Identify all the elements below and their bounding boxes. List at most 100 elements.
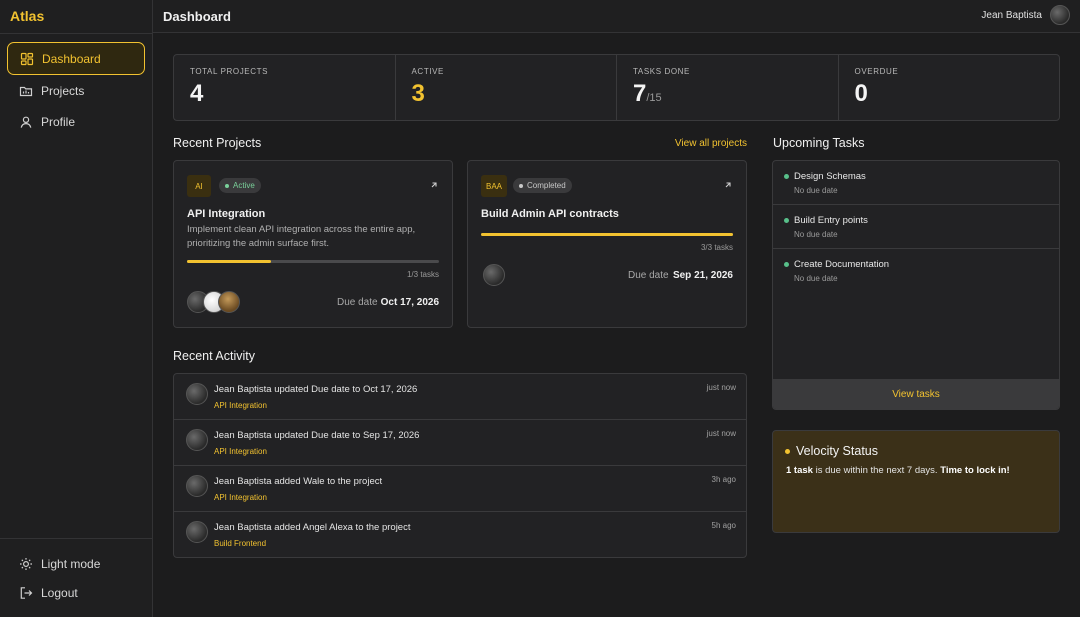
task-due: No due date — [794, 274, 838, 283]
stat-value: 3 — [411, 80, 425, 107]
avatar — [186, 521, 208, 543]
stats-panel: TOTAL PROJECTS 4 ACTIVE 3 TASKS DONE 7/1… — [173, 54, 1060, 121]
user-icon — [20, 116, 32, 128]
activity-text: Jean Baptista updated Due date to Oct 17… — [214, 384, 418, 395]
task-item[interactable]: Create Documentation No due date — [773, 249, 1059, 293]
page-title: Dashboard — [163, 9, 231, 24]
activity-project-link[interactable]: API Integration — [214, 447, 267, 456]
due-date: Oct 17, 2026 — [380, 297, 439, 308]
arrow-up-right-icon[interactable] — [723, 180, 733, 190]
logout-button[interactable]: Logout — [7, 576, 145, 609]
status-badge: Active — [219, 178, 261, 193]
status-dot — [519, 183, 523, 188]
due-label: Due date — [628, 270, 669, 281]
section-title-recent-projects: Recent Projects — [173, 136, 262, 150]
sidebar-item-projects[interactable]: Projects — [7, 74, 145, 107]
avatar — [186, 383, 208, 405]
task-count: 3/3 tasks — [700, 243, 733, 252]
stat-active: ACTIVE 3 — [396, 55, 617, 120]
avatar — [186, 429, 208, 451]
brand-logo[interactable]: Atlas — [10, 8, 44, 24]
task-name: Create Documentation — [794, 259, 890, 270]
task-name: Design Schemas — [794, 171, 866, 182]
stat-value: 0 — [854, 80, 868, 107]
activity-text: Jean Baptista added Wale to the project — [214, 476, 383, 487]
user-name[interactable]: Jean Baptista — [981, 10, 1042, 21]
avatar[interactable] — [1050, 5, 1070, 25]
view-tasks-button[interactable]: View tasks — [773, 379, 1059, 409]
stat-label: ACTIVE — [411, 67, 444, 76]
project-card[interactable]: BAA Completed Build Admin API contracts … — [467, 160, 747, 328]
activity-project-link[interactable]: API Integration — [214, 493, 267, 502]
status-dot — [785, 448, 790, 454]
sun-icon — [20, 557, 32, 570]
stat-value-wrap: 7/15 — [633, 80, 822, 108]
project-name: API Integration — [187, 208, 266, 220]
task-due: No due date — [794, 230, 838, 239]
task-count: 1/3 tasks — [406, 270, 439, 279]
activity-row[interactable]: Jean Baptista updated Due date to Oct 17… — [174, 374, 746, 420]
sidebar-item-label: Projects — [41, 83, 85, 98]
project-card[interactable]: AI Active API Integration Implement clea… — [173, 160, 453, 328]
velocity-middle: is due within the next 7 days. — [812, 465, 941, 476]
activity-project-link[interactable]: API Integration — [214, 401, 267, 410]
due-label: Due date — [337, 297, 378, 308]
project-badge: BAA — [481, 175, 507, 197]
sidebar-item-label: Logout — [41, 585, 78, 600]
stat-label: OVERDUE — [854, 67, 899, 76]
activity-list: Jean Baptista updated Due date to Oct 17… — [173, 373, 747, 558]
sidebar-item-dashboard[interactable]: Dashboard — [7, 42, 145, 75]
progress-fill — [481, 233, 733, 236]
logout-icon — [20, 586, 33, 599]
task-status-dot — [784, 262, 789, 267]
sidebar-item-profile[interactable]: Profile — [7, 105, 145, 138]
stat-sub: /15 — [646, 92, 662, 104]
task-status-dot — [784, 174, 789, 179]
stat-tasks-done: TASKS DONE 7/15 — [617, 55, 839, 120]
avatar — [186, 475, 208, 497]
activity-text: Jean Baptista updated Due date to Sep 17… — [214, 430, 420, 441]
stat-value: 7 — [633, 80, 647, 107]
project-description: Implement clean API integration across t… — [187, 224, 416, 249]
avatar — [483, 264, 505, 286]
sidebar-item-label: Profile — [41, 114, 76, 129]
project-name: Build Admin API contracts — [481, 208, 619, 220]
velocity-title: Velocity Status — [785, 444, 878, 458]
activity-time: just now — [706, 383, 736, 392]
due-date: Sep 21, 2026 — [672, 270, 733, 281]
activity-row[interactable]: Jean Baptista added Wale to the project … — [174, 466, 746, 512]
arrow-up-right-icon[interactable] — [429, 180, 439, 190]
view-all-projects-link[interactable]: View all projects — [675, 138, 747, 149]
folder-icon — [19, 86, 33, 96]
stat-value: 4 — [190, 80, 204, 107]
project-badge: AI — [187, 175, 211, 197]
task-item[interactable]: Build Entry points No due date — [773, 205, 1059, 249]
top-bar: Dashboard Jean Baptista — [153, 0, 1080, 33]
progress-fill — [187, 260, 271, 263]
task-status-dot — [784, 218, 789, 223]
upcoming-tasks-panel: Design Schemas No due date Build Entry p… — [772, 160, 1060, 410]
velocity-status-card: Velocity Status 1 task is due within the… — [772, 430, 1060, 533]
activity-row[interactable]: Jean Baptista added Angel Alexa to the p… — [174, 512, 746, 558]
sidebar: Atlas Dashboard Projects Profile Light m… — [0, 0, 153, 617]
velocity-count: 1 task — [786, 465, 813, 476]
status-badge: Completed — [513, 178, 572, 193]
activity-time: 3h ago — [711, 475, 736, 484]
activity-project-link[interactable]: Build Frontend — [214, 539, 266, 548]
task-due: No due date — [794, 186, 838, 195]
task-name: Build Entry points — [794, 215, 868, 226]
stat-total-projects: TOTAL PROJECTS 4 — [174, 55, 396, 120]
activity-time: 5h ago — [711, 521, 736, 530]
velocity-cta: Time to lock in! — [940, 465, 1010, 476]
progress-bar — [187, 260, 439, 263]
section-title-recent-activity: Recent Activity — [173, 349, 255, 363]
velocity-title-text: Velocity Status — [796, 444, 878, 458]
section-title-upcoming-tasks: Upcoming Tasks — [773, 136, 865, 150]
activity-row[interactable]: Jean Baptista updated Due date to Sep 17… — [174, 420, 746, 466]
sidebar-item-label: Light mode — [41, 556, 101, 571]
stat-label: TOTAL PROJECTS — [190, 67, 269, 76]
stat-label: TASKS DONE — [633, 67, 690, 76]
activity-text: Jean Baptista added Angel Alexa to the p… — [214, 522, 411, 533]
velocity-message: 1 task is due within the next 7 days. Ti… — [786, 465, 1010, 476]
task-item[interactable]: Design Schemas No due date — [773, 161, 1059, 205]
